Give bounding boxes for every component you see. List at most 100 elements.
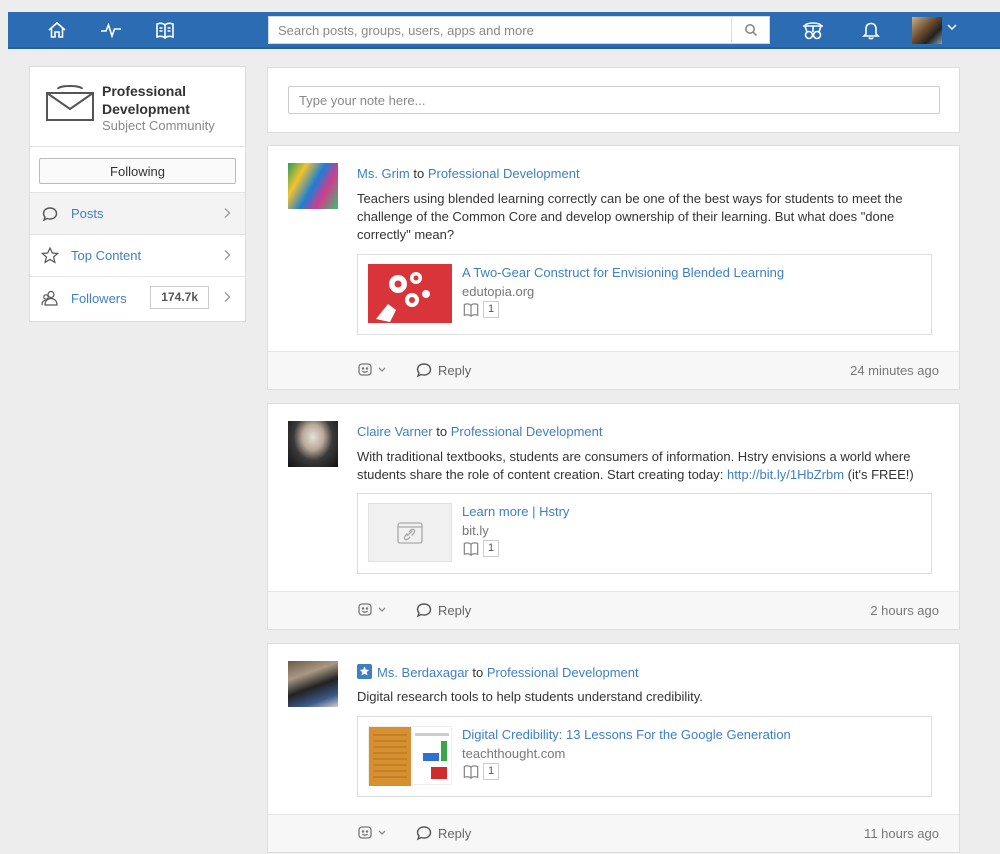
attachment-meta: 1 xyxy=(462,540,500,557)
reply-button[interactable]: Reply xyxy=(416,602,471,618)
community-header: Professional Development Subject Communi… xyxy=(30,67,245,147)
chevron-down-icon xyxy=(378,830,386,835)
note-composer xyxy=(267,67,960,133)
post-footer: Reply 2 hours ago xyxy=(268,591,959,629)
sidebar-item-posts[interactable]: Posts xyxy=(30,193,245,235)
backpack-icon[interactable] xyxy=(462,764,480,779)
post-timestamp: 11 hours ago xyxy=(864,826,939,841)
smiley-icon xyxy=(358,603,372,616)
save-count: 1 xyxy=(483,763,500,780)
sidebar-item-label: Posts xyxy=(71,206,104,221)
speech-bubble-icon xyxy=(416,603,432,618)
search-button[interactable] xyxy=(731,17,769,43)
link-placeholder-icon xyxy=(397,521,423,544)
smiley-icon xyxy=(358,826,372,839)
speech-bubble-icon xyxy=(416,826,432,841)
backpack-icon[interactable] xyxy=(152,18,178,42)
attachment-thumbnail xyxy=(368,264,452,323)
sidebar-item-top-content[interactable]: Top Content xyxy=(30,235,245,277)
community-subtitle: Subject Community xyxy=(102,118,215,133)
backpack-icon[interactable] xyxy=(462,541,480,556)
byline-connector: to xyxy=(472,665,484,680)
post-text: Teachers using blended learning correctl… xyxy=(357,191,903,242)
author-avatar[interactable] xyxy=(288,661,338,707)
gears-image xyxy=(376,272,430,322)
top-nav-bar xyxy=(8,12,1000,49)
envelope-icon xyxy=(46,85,94,121)
chevron-right-icon xyxy=(224,292,231,302)
attachment-title: Learn more | Hstry xyxy=(462,504,570,519)
post-card: Claire Varner to Professional Developmen… xyxy=(267,403,960,630)
reply-label: Reply xyxy=(438,825,472,841)
bell-icon[interactable] xyxy=(858,18,884,42)
apps-icon[interactable] xyxy=(800,18,826,42)
star-outline-icon xyxy=(39,246,61,266)
following-button[interactable]: Following xyxy=(39,158,236,184)
attachment-thumbnail xyxy=(368,726,452,786)
link-attachment[interactable]: Digital Credibility: 13 Lessons For the … xyxy=(357,716,932,797)
search-box xyxy=(268,16,770,44)
sidebar-item-label: Top Content xyxy=(71,248,142,263)
post-card: Ms. Berdaxagar to Professional Developme… xyxy=(267,643,960,853)
attachment-source: edutopia.org xyxy=(462,284,535,299)
reaction-button[interactable] xyxy=(357,362,387,378)
attachment-source: teachthought.com xyxy=(462,746,566,761)
speech-bubble-icon xyxy=(39,204,61,224)
author-link[interactable]: Ms. Grim xyxy=(357,166,410,181)
chevron-down-icon xyxy=(378,367,386,372)
group-link[interactable]: Professional Development xyxy=(451,424,603,439)
post-text: With traditional textbooks, students are… xyxy=(357,448,932,484)
reaction-button[interactable] xyxy=(357,602,387,618)
chevron-right-icon xyxy=(224,250,231,260)
chevron-right-icon xyxy=(224,208,231,218)
search-icon xyxy=(744,24,757,37)
people-icon xyxy=(39,288,61,308)
attachment-meta: 1 xyxy=(462,301,500,318)
reaction-button[interactable] xyxy=(357,825,387,841)
attachment-title: Digital Credibility: 13 Lessons For the … xyxy=(462,727,791,742)
chevron-down-icon xyxy=(378,607,386,612)
reply-button[interactable]: Reply xyxy=(416,362,471,378)
author-link[interactable]: Ms. Berdaxagar xyxy=(377,665,469,680)
post-timestamp: 2 hours ago xyxy=(870,603,939,618)
attachment-source: bit.ly xyxy=(462,523,489,538)
post-inline-link[interactable]: http://bit.ly/1HbZrbm xyxy=(727,467,844,482)
reply-label: Reply xyxy=(438,602,472,618)
activity-icon[interactable] xyxy=(98,18,124,42)
save-count: 1 xyxy=(483,301,500,318)
search-input[interactable] xyxy=(269,17,729,43)
post-footer: Reply 24 minutes ago xyxy=(268,351,959,389)
group-link[interactable]: Professional Development xyxy=(428,166,580,181)
post-footer: Reply 11 hours ago xyxy=(268,814,959,852)
author-avatar[interactable] xyxy=(288,163,338,209)
post-text: Digital research tools to help students … xyxy=(357,689,703,704)
reply-button[interactable]: Reply xyxy=(416,825,471,841)
author-link[interactable]: Claire Varner xyxy=(357,424,433,439)
community-sidebar: Professional Development Subject Communi… xyxy=(29,66,246,322)
attachment-title: A Two-Gear Construct for Envisioning Ble… xyxy=(462,265,785,280)
post-byline: Claire Varner to Professional Developmen… xyxy=(357,424,602,439)
reply-label: Reply xyxy=(438,362,472,378)
backpack-icon[interactable] xyxy=(462,302,480,317)
community-title: Professional Development xyxy=(102,83,190,117)
sidebar-item-followers[interactable]: Followers 174.7k xyxy=(30,277,245,319)
star-badge-icon xyxy=(357,664,372,679)
attachment-thumbnail xyxy=(368,503,452,562)
link-attachment[interactable]: A Two-Gear Construct for Envisioning Ble… xyxy=(357,254,932,335)
user-avatar[interactable] xyxy=(912,17,942,44)
post-timestamp: 24 minutes ago xyxy=(850,363,939,378)
note-input[interactable] xyxy=(288,86,940,114)
post-byline: Ms. Grim to Professional Development xyxy=(357,166,580,181)
group-link[interactable]: Professional Development xyxy=(487,665,639,680)
link-attachment[interactable]: Learn more | Hstry bit.ly 1 xyxy=(357,493,932,574)
chevron-down-icon[interactable] xyxy=(946,22,958,32)
home-icon[interactable] xyxy=(44,18,70,42)
attachment-meta: 1 xyxy=(462,763,500,780)
speech-bubble-icon xyxy=(416,363,432,378)
smiley-icon xyxy=(358,363,372,376)
followers-count: 174.7k xyxy=(150,286,209,309)
post-text-part: (it's FREE!) xyxy=(844,467,914,482)
article-image xyxy=(369,727,449,786)
post-byline: Ms. Berdaxagar to Professional Developme… xyxy=(357,664,639,680)
author-avatar[interactable] xyxy=(288,421,338,467)
